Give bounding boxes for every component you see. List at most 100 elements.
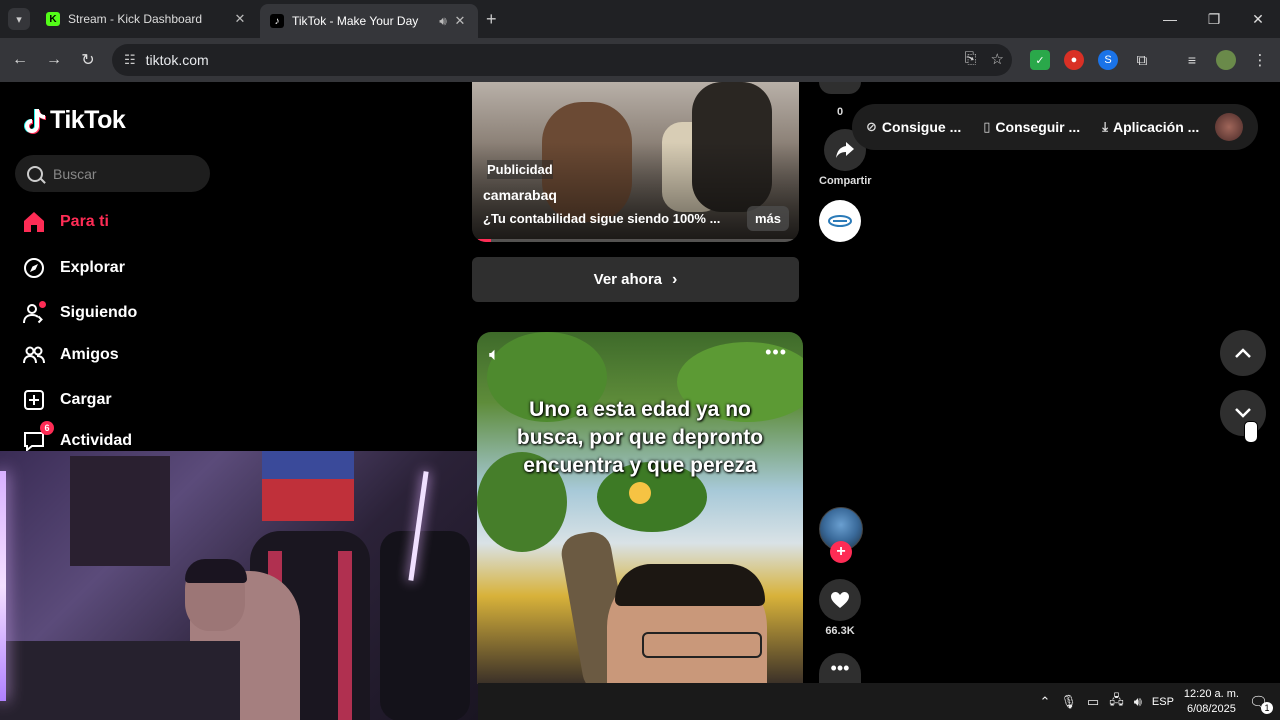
led-light-strip — [0, 471, 6, 701]
get-app-button[interactable]: ▯ Conseguir ... — [983, 119, 1080, 135]
language-indicator[interactable]: ESP — [1152, 696, 1174, 708]
tab-title: TikTok - Make Your Day — [292, 14, 419, 28]
sidebar-item-para-ti[interactable]: Para ti — [22, 210, 109, 234]
sidebar-item-label: Cargar — [60, 391, 112, 408]
background-chair — [380, 531, 470, 720]
sidebar-item-explorar[interactable]: Explorar — [22, 256, 125, 280]
tiktok-icon: ♪ — [270, 14, 284, 28]
system-tray: ⌃ 🎙︎ ▭ 🖧︎ 🔊︎ ESP 12:20 a. m. 6/08/2025 🗨… — [1039, 683, 1280, 720]
site-info-icon[interactable]: ☷ — [124, 52, 136, 68]
topbar-label: Conseguir ... — [995, 119, 1081, 135]
more-button[interactable]: más — [746, 206, 789, 231]
streamer-hair — [185, 559, 247, 583]
network-icon[interactable]: 🖧︎ — [1109, 691, 1124, 713]
sidebar-item-siguiendo[interactable]: Siguiendo — [22, 301, 137, 325]
ad-progress-track — [472, 239, 799, 242]
phone-icon: ▯ — [983, 119, 991, 134]
coin-icon: ⊘ — [866, 119, 877, 134]
close-tab-icon[interactable]: ✕ — [232, 11, 248, 27]
sidebar-item-label: Explorar — [60, 259, 125, 276]
get-coins-button[interactable]: ⊘ Consigue ... — [866, 119, 961, 135]
clock-time: 12:20 a. m. — [1183, 687, 1239, 700]
sidebar-item-cargar[interactable]: Cargar — [22, 388, 112, 412]
back-icon[interactable]: ← — [8, 48, 32, 72]
microphone-icon[interactable]: 🎙︎ — [1060, 694, 1077, 710]
tab-search-icon[interactable]: ▾ — [8, 8, 30, 30]
topbar-label: Consigue ... — [881, 119, 962, 135]
clock-date: 6/08/2025 — [1186, 702, 1236, 715]
comment-action[interactable]: ••• — [819, 653, 861, 683]
share-label: Compartir — [819, 175, 872, 187]
comment-icon[interactable] — [819, 82, 861, 94]
clock[interactable]: 12:20 a. m. 6/08/2025 — [1184, 687, 1239, 717]
browser-menu-icon[interactable]: ⋮ — [1250, 50, 1270, 70]
profile-avatar[interactable] — [1216, 50, 1236, 70]
chevron-up-icon[interactable]: ⌃ — [1039, 694, 1050, 710]
search-input[interactable] — [53, 165, 193, 182]
kick-icon: K — [46, 12, 60, 26]
forward-icon[interactable]: → — [42, 48, 66, 72]
bookmark-star-icon[interactable]: ☆ — [991, 50, 1004, 68]
ad-account-name[interactable]: camarabaq — [483, 187, 557, 203]
comment-icon[interactable]: ••• — [819, 653, 861, 683]
advertiser-avatar[interactable] — [819, 200, 861, 242]
search-bar[interactable] — [15, 155, 210, 192]
tiktok-logo[interactable]: TikTok — [22, 106, 126, 135]
next-video-button[interactable] — [1220, 390, 1266, 436]
acoustic-panel — [70, 456, 170, 566]
notification-icon[interactable]: 🗨︎ 1 — [1249, 693, 1273, 714]
creator-avatar[interactable]: + — [819, 507, 863, 563]
chevron-right-icon: › — [672, 270, 678, 288]
heart-icon[interactable] — [819, 579, 861, 621]
tab-tiktok[interactable]: ♪ TikTok - Make Your Day 🔊︎ ✕ — [260, 4, 478, 38]
ad-description: ¿Tu contabilidad sigue siendo 100% ... — [483, 211, 721, 226]
reload-icon[interactable]: ↻ — [76, 48, 100, 72]
wall-flag — [262, 451, 354, 521]
logo-text: TikTok — [50, 106, 126, 134]
install-app-icon[interactable]: ⎘ — [965, 50, 977, 68]
close-window-icon[interactable]: ✕ — [1236, 0, 1280, 38]
home-icon — [22, 210, 46, 234]
battery-icon[interactable]: ▭ — [1087, 694, 1099, 710]
browser-toolbar: ← → ↻ ☷ tiktok.com ⎘ ☆ ✓ ● S ⧉ ≡ ⋮ — [0, 38, 1280, 82]
ver-ahora-button[interactable]: Ver ahora › — [472, 257, 799, 302]
sidebar-item-label: Para ti — [60, 213, 109, 230]
tab-kick-dashboard[interactable]: K Stream - Kick Dashboard ✕ — [36, 4, 258, 34]
ad-progress-bar[interactable] — [478, 239, 492, 242]
action-count: 0 — [836, 106, 844, 118]
webcam-overlay — [0, 451, 478, 720]
sidebar-item-actividad[interactable]: 6 Actividad — [22, 421, 132, 453]
minimize-icon[interactable]: — — [1148, 0, 1192, 38]
close-tab-icon[interactable]: ✕ — [452, 13, 468, 29]
like-action[interactable]: 66.3K — [819, 579, 861, 637]
notification-count: 1 — [1261, 701, 1273, 714]
user-avatar[interactable] — [1215, 113, 1244, 141]
mute-icon[interactable]: 🔈︎ — [489, 344, 500, 365]
shazam-extension-icon[interactable]: S — [1098, 50, 1118, 70]
ad-video-card[interactable]: Publicidad camarabaq ¿Tu contabilidad si… — [472, 82, 799, 242]
record-extension-icon[interactable]: ● — [1064, 50, 1084, 70]
ad-comment-action[interactable]: 0 — [819, 82, 861, 118]
sidebar-item-amigos[interactable]: Amigos — [22, 343, 119, 367]
like-count: 66.3K — [825, 625, 855, 637]
shield-extension-icon[interactable]: ✓ — [1030, 50, 1050, 70]
volume-icon[interactable]: 🔊︎ — [1134, 694, 1142, 710]
desktop-app-button[interactable]: ⤓ Aplicación ... — [1102, 119, 1199, 135]
follow-plus-icon[interactable]: + — [830, 541, 852, 563]
restore-icon[interactable]: ❐ — [1192, 0, 1236, 38]
browser-tabstrip: ▾ K Stream - Kick Dashboard ✕ ♪ TikTok -… — [0, 0, 1280, 38]
media-control-icon[interactable]: ≡ — [1182, 50, 1202, 70]
activity-icon: 6 — [22, 421, 54, 453]
new-tab-icon[interactable]: + — [486, 9, 497, 30]
following-icon — [22, 301, 46, 325]
notification-dot — [39, 301, 46, 308]
chevron-down-icon — [1235, 408, 1251, 418]
window-controls: — ❐ ✕ — [1148, 0, 1280, 38]
video-caption: Uno a esta edad ya no busca, por que dep… — [516, 398, 764, 477]
speaker-icon[interactable]: 🔊︎ — [434, 14, 452, 29]
extensions-puzzle-icon[interactable]: ⧉ — [1132, 50, 1152, 70]
video-player[interactable]: 🔈︎ ••• Uno a esta edad ya no busca, por … — [477, 332, 803, 684]
address-bar[interactable]: ☷ tiktok.com ⎘ ☆ — [112, 44, 1012, 76]
previous-video-button[interactable] — [1220, 330, 1266, 376]
more-options-icon[interactable]: ••• — [765, 342, 787, 363]
